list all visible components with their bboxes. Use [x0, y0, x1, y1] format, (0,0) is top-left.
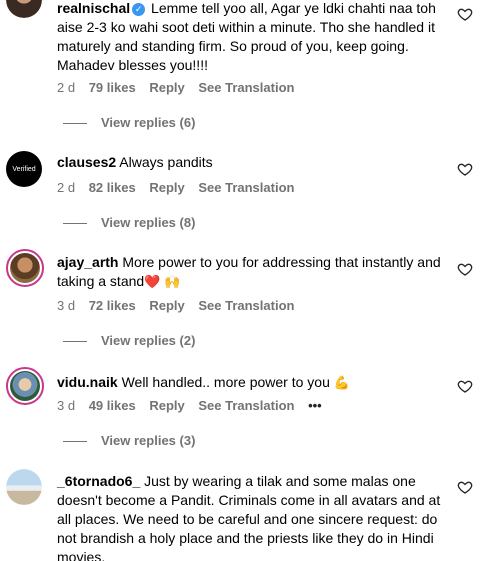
divider-line	[63, 123, 87, 125]
likes-count[interactable]: 72 likes	[89, 298, 136, 313]
avatar[interactable]	[6, 367, 44, 405]
avatar[interactable]	[6, 0, 42, 18]
heart-icon[interactable]	[457, 6, 473, 22]
view-replies-button[interactable]: View replies (6)	[63, 115, 195, 130]
more-options-icon[interactable]: •••	[308, 398, 322, 413]
comment-time: 3 d	[57, 398, 76, 413]
view-replies-button[interactable]: View replies (8)	[63, 215, 195, 230]
reply-button[interactable]: Reply	[149, 298, 184, 313]
likes-count[interactable]: 79 likes	[89, 80, 136, 95]
comment-username[interactable]: clauses2	[57, 154, 116, 170]
heart-icon[interactable]	[457, 261, 473, 277]
flexed-biceps-emoji-icon: 💪	[333, 375, 350, 390]
heart-icon[interactable]	[457, 378, 473, 394]
comment-username[interactable]: realnischal	[57, 0, 130, 16]
reply-button[interactable]: Reply	[149, 80, 184, 95]
comment-username[interactable]: vidu.naik	[57, 374, 118, 390]
comment-time: 2 d	[57, 80, 76, 95]
divider-line	[63, 441, 87, 443]
comment-username[interactable]: ajay_arth	[57, 254, 118, 270]
view-replies-button[interactable]: View replies (2)	[63, 333, 195, 348]
comment-text: Always pandits	[119, 154, 213, 170]
divider-line	[63, 223, 87, 225]
comment-username[interactable]: _6tornado6_	[57, 473, 140, 489]
comment-time: 3 d	[57, 298, 76, 313]
likes-count[interactable]: 82 likes	[89, 180, 136, 195]
heart-icon[interactable]	[457, 161, 473, 177]
avatar[interactable]	[6, 249, 44, 287]
heart-hands-emoji-icon: ❤️ 🙌	[144, 274, 181, 289]
see-translation-link[interactable]: See Translation	[198, 180, 294, 195]
likes-count[interactable]: 49 likes	[89, 398, 136, 413]
divider-line	[63, 341, 87, 343]
avatar[interactable]	[6, 469, 42, 505]
comment-text: Well handled.. more power to you	[121, 374, 330, 390]
avatar-label: Verified	[12, 165, 36, 173]
view-replies-button[interactable]: View replies (3)	[63, 433, 195, 448]
see-translation-link[interactable]: See Translation	[198, 398, 294, 413]
heart-icon[interactable]	[457, 479, 473, 495]
see-translation-link[interactable]: See Translation	[198, 80, 294, 95]
verified-badge-icon: ✓	[132, 3, 146, 16]
reply-button[interactable]: Reply	[149, 180, 184, 195]
comment-time: 2 d	[57, 180, 76, 195]
see-translation-link[interactable]: See Translation	[198, 298, 294, 313]
reply-button[interactable]: Reply	[149, 398, 184, 413]
avatar[interactable]: Verified	[6, 151, 42, 187]
